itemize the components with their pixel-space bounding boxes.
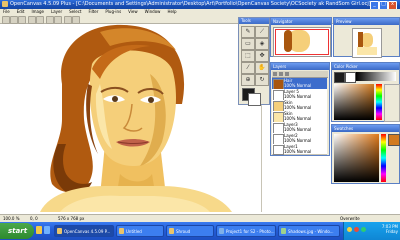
taskbar-item-label: Shroud [176, 229, 191, 234]
layer-blend: 100% Normal [284, 116, 312, 121]
layers-title[interactable]: Layers [271, 63, 329, 70]
preview-thumbnail [352, 28, 382, 58]
layer-thumbnail [273, 145, 284, 155]
swatches-panel: Swatches [331, 124, 400, 184]
navigator-title[interactable]: Navigator [271, 18, 331, 25]
layers-toolbar [272, 71, 328, 78]
mode-indicator: Overwrite [340, 216, 360, 221]
color-values [384, 84, 400, 122]
swatches-title[interactable]: Swatches [332, 125, 399, 132]
save-icon[interactable] [18, 16, 26, 24]
photoshop-icon [219, 228, 224, 234]
taskbar-item[interactable]: Project1 for S2 - Photo... [216, 225, 276, 237]
preview-panel: Preview [333, 17, 400, 58]
taskbar-item-label: Shadows.jpg - Windo... [288, 229, 334, 234]
start-button[interactable]: start [0, 223, 34, 239]
eraser-tool-icon[interactable]: ▭ [241, 38, 255, 50]
app-icon [2, 1, 8, 7]
brightness-slider[interactable] [356, 72, 396, 81]
color-gradient-square[interactable] [334, 134, 379, 182]
redo-icon[interactable] [36, 16, 44, 24]
zoom-out-icon[interactable] [54, 16, 62, 24]
taskbar-item[interactable]: Untitled [116, 225, 164, 237]
current-color-swatch[interactable] [334, 72, 345, 83]
portrait-painting [0, 24, 261, 212]
taskbar-item[interactable]: OpenCanvas 4.5.09 P... [54, 225, 114, 237]
move-tool-icon[interactable]: ✥ [255, 50, 269, 62]
folder-icon [119, 228, 124, 234]
tray-icon[interactable] [347, 227, 352, 232]
window-title: OpenCanvas 4.5.09 Plus - [C:\Documents a… [10, 1, 371, 7]
delete-layer-icon[interactable] [279, 72, 283, 76]
opencanvas-icon [57, 228, 62, 234]
preview-title[interactable]: Preview [334, 18, 399, 25]
color-picker-title[interactable]: Color Picker [332, 63, 399, 70]
new-file-icon[interactable] [2, 16, 10, 24]
drawing-canvas[interactable] [0, 24, 262, 212]
folder-icon [169, 228, 174, 234]
saturation-value-square[interactable] [334, 84, 374, 120]
layer-blend: 100% Normal [284, 83, 312, 88]
taskbar-item-label: Project1 for S2 - Photo... [226, 229, 275, 234]
navigator-panel: Navigator [270, 17, 332, 57]
zoom-in-icon[interactable] [46, 16, 54, 24]
tools-panel: Tools ✎ ⟋ ▭ ◈ ⬚ ✥ ⁄ ✋ ⊕ ↻ [238, 17, 270, 106]
layer-properties-icon[interactable] [285, 72, 289, 76]
select-tool-icon[interactable]: ⬚ [241, 50, 255, 62]
quick-launch-icon[interactable] [44, 226, 50, 234]
image-viewer-icon [281, 228, 286, 234]
layer-blend: 100% Normal [284, 138, 312, 143]
previous-color-swatch[interactable] [345, 72, 356, 83]
taskbar-item-label: Untitled [126, 229, 142, 234]
navigator-thumbnail[interactable] [273, 27, 331, 57]
tools-panel-title[interactable]: Tools [239, 18, 269, 24]
layer-blend: 100% Normal [284, 127, 312, 132]
secondary-color-swatch[interactable] [248, 93, 261, 106]
taskbar-item[interactable]: Shroud [166, 225, 214, 237]
new-layer-icon[interactable] [273, 72, 277, 76]
tray-icon[interactable] [354, 227, 359, 232]
layer-row[interactable]: Layer1 100% Normal [272, 144, 327, 155]
brush-tool-icon[interactable]: ⟋ [255, 26, 269, 38]
picked-color-swatch[interactable] [388, 134, 400, 146]
hand-tool-icon[interactable]: ✋ [255, 62, 269, 74]
window-title-bar[interactable]: OpenCanvas 4.5.09 Plus - [C:\Documents a… [0, 0, 400, 10]
canvas-size: 576 x 768 px [58, 216, 85, 221]
clock-day: Friday [385, 229, 398, 234]
layer-blend: 100% Normal [284, 94, 312, 99]
rotate-icon[interactable] [64, 16, 72, 24]
undo-icon[interactable] [28, 16, 36, 24]
color-picker-panel: Color Picker [331, 62, 400, 122]
layer-blend: 100% Normal [284, 105, 312, 110]
open-file-icon[interactable] [10, 16, 18, 24]
layers-panel: Layers Hair 100% Normal Layer 5 100% Nor… [270, 62, 330, 156]
swatch-hue-slider[interactable] [381, 134, 386, 182]
pen-tool-icon[interactable]: ✎ [241, 26, 255, 38]
eyedropper-tool-icon[interactable]: ⁄ [241, 62, 255, 74]
taskbar: start OpenCanvas 4.5.09 P... Untitled Sh… [0, 222, 400, 240]
cursor-position: 0, 0 [30, 216, 38, 221]
status-bar: 100.0 % 0, 0 576 x 768 px Overwrite [0, 214, 400, 222]
tray-icon[interactable] [361, 227, 366, 232]
fill-tool-icon[interactable]: ◈ [255, 38, 269, 50]
system-tray: 7:03 PM Friday [343, 222, 400, 240]
taskbar-item[interactable]: Shadows.jpg - Windo... [278, 225, 340, 237]
quick-launch-icon[interactable] [36, 226, 42, 234]
taskbar-item-label: OpenCanvas 4.5.09 P... [64, 229, 111, 234]
zoom-readout: 100.0 % [3, 216, 20, 221]
rotate-tool-icon[interactable]: ↻ [255, 74, 269, 86]
flip-icon[interactable] [72, 16, 80, 24]
hue-slider[interactable] [376, 84, 382, 120]
zoom-tool-icon[interactable]: ⊕ [241, 74, 255, 86]
clock[interactable]: 7:03 PM Friday [382, 224, 398, 234]
layer-blend: 100% Normal [284, 149, 312, 154]
